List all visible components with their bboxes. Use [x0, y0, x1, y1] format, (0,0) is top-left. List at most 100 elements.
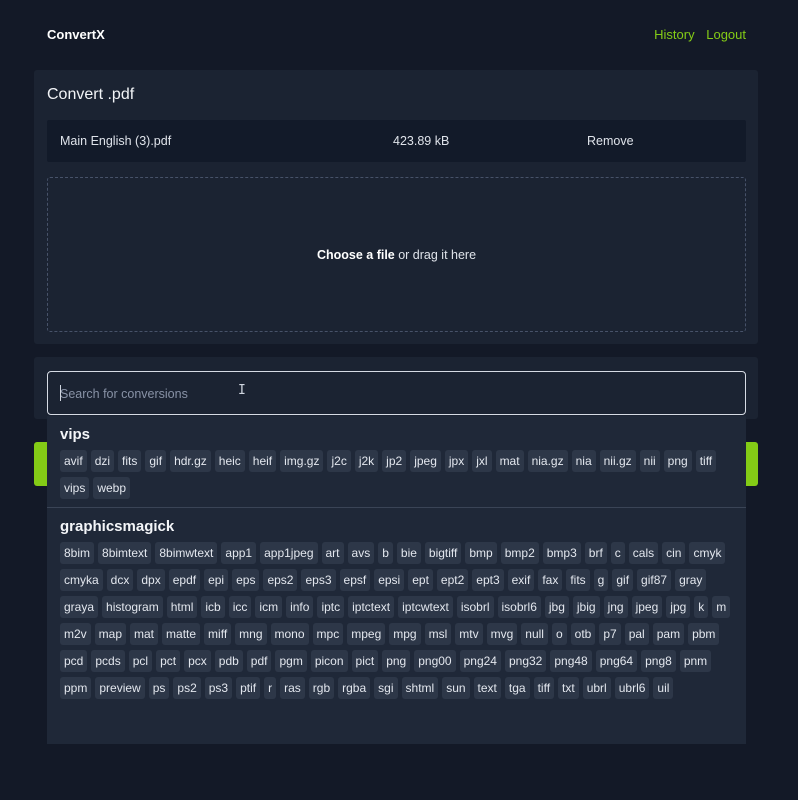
format-option[interactable]: tiff — [695, 450, 717, 472]
format-option[interactable]: webp — [93, 477, 131, 499]
format-option[interactable]: 8bimtext — [98, 542, 152, 564]
format-option[interactable]: msl — [424, 623, 452, 645]
format-option[interactable]: r — [264, 677, 277, 699]
format-option[interactable]: shtml — [401, 677, 439, 699]
format-option[interactable]: jpg — [666, 596, 691, 618]
format-option[interactable]: iptctext — [348, 596, 395, 618]
app-logo[interactable]: ConvertX — [47, 27, 105, 42]
format-option[interactable]: pcl — [128, 650, 153, 672]
format-option[interactable]: gif87 — [637, 569, 672, 591]
format-option[interactable]: jpeg — [410, 450, 441, 472]
format-option[interactable]: png — [663, 450, 692, 472]
format-option[interactable]: ubrl — [582, 677, 611, 699]
format-option[interactable]: ubrl6 — [614, 677, 650, 699]
format-option[interactable]: matte — [162, 623, 201, 645]
format-option[interactable]: preview — [95, 677, 145, 699]
format-option[interactable]: epi — [204, 569, 229, 591]
format-option[interactable]: iptc — [317, 596, 345, 618]
format-option[interactable]: pct — [156, 650, 181, 672]
format-option[interactable]: icb — [201, 596, 225, 618]
format-option[interactable]: nia.gz — [527, 450, 568, 472]
format-option[interactable]: vips — [60, 477, 90, 499]
format-option[interactable]: img.gz — [280, 450, 324, 472]
format-option[interactable]: jpx — [444, 450, 469, 472]
format-option[interactable]: avif — [60, 450, 87, 472]
format-option[interactable]: ept — [408, 569, 433, 591]
format-option[interactable]: txt — [558, 677, 579, 699]
format-option[interactable]: sun — [442, 677, 470, 699]
format-option[interactable]: fax — [538, 569, 563, 591]
format-option[interactable]: text — [473, 677, 501, 699]
format-option[interactable]: ps3 — [204, 677, 233, 699]
format-option[interactable]: png48 — [550, 650, 592, 672]
format-option[interactable]: ppm — [60, 677, 92, 699]
format-option[interactable]: png32 — [504, 650, 547, 672]
format-option[interactable]: bmp — [465, 542, 497, 564]
format-option[interactable]: pgm — [275, 650, 307, 672]
format-option[interactable]: ept3 — [472, 569, 504, 591]
format-option[interactable]: otb — [570, 623, 596, 645]
format-option[interactable]: app1jpeg — [260, 542, 318, 564]
search-input[interactable]: Search for conversions — [47, 371, 746, 415]
format-option[interactable]: exif — [507, 569, 535, 591]
format-option[interactable]: gif — [612, 569, 634, 591]
format-option[interactable]: m2v — [60, 623, 91, 645]
format-option[interactable]: 8bim — [60, 542, 95, 564]
format-option[interactable]: ras — [280, 677, 305, 699]
format-option[interactable]: brf — [584, 542, 607, 564]
format-option[interactable]: epdf — [168, 569, 201, 591]
format-option[interactable]: pbm — [688, 623, 720, 645]
format-option[interactable]: pdb — [214, 650, 243, 672]
format-option[interactable]: png24 — [459, 650, 501, 672]
format-option[interactable]: ps — [148, 677, 170, 699]
remove-file-button[interactable]: Remove — [587, 134, 634, 148]
format-option[interactable]: epsf — [339, 569, 371, 591]
format-option[interactable]: sgi — [374, 677, 398, 699]
format-option[interactable]: mtv — [455, 623, 483, 645]
format-option[interactable]: pcds — [91, 650, 125, 672]
format-option[interactable]: info — [286, 596, 314, 618]
format-option[interactable]: ps2 — [173, 677, 201, 699]
format-option[interactable]: jbig — [572, 596, 600, 618]
format-option[interactable]: html — [166, 596, 198, 618]
format-option[interactable]: g — [593, 569, 609, 591]
file-drop-zone[interactable]: Choose a file or drag it here — [47, 177, 746, 332]
format-option[interactable]: eps3 — [301, 569, 336, 591]
format-option[interactable]: ept2 — [436, 569, 469, 591]
format-option[interactable]: mat — [495, 450, 524, 472]
format-option[interactable]: mpeg — [347, 623, 386, 645]
format-option[interactable]: heic — [214, 450, 245, 472]
format-option[interactable]: mat — [130, 623, 159, 645]
format-option[interactable]: png64 — [595, 650, 638, 672]
format-option[interactable]: jp2 — [382, 450, 407, 472]
format-option[interactable]: nia — [571, 450, 596, 472]
format-option[interactable]: rgb — [308, 677, 335, 699]
format-option[interactable]: histogram — [102, 596, 163, 618]
format-option[interactable]: app1 — [221, 542, 257, 564]
format-option[interactable]: gray — [675, 569, 707, 591]
format-option[interactable]: miff — [204, 623, 232, 645]
format-option[interactable]: nii — [639, 450, 660, 472]
format-option[interactable]: graya — [60, 596, 99, 618]
format-option[interactable]: cals — [628, 542, 659, 564]
format-option[interactable]: jbg — [544, 596, 569, 618]
format-option[interactable]: fits — [566, 569, 590, 591]
format-option[interactable]: cin — [662, 542, 686, 564]
format-option[interactable]: tiff — [533, 677, 555, 699]
format-option[interactable]: avs — [347, 542, 375, 564]
format-option[interactable]: pcd — [60, 650, 88, 672]
format-option[interactable]: dpx — [137, 569, 165, 591]
format-option[interactable]: icc — [228, 596, 252, 618]
format-option[interactable]: tga — [504, 677, 530, 699]
format-option[interactable]: eps — [232, 569, 260, 591]
format-option[interactable]: pnm — [679, 650, 712, 672]
format-option[interactable]: heif — [248, 450, 277, 472]
format-option[interactable]: png00 — [414, 650, 456, 672]
format-option[interactable]: png8 — [641, 650, 676, 672]
format-option[interactable]: bmp2 — [500, 542, 539, 564]
format-option[interactable]: jxl — [472, 450, 492, 472]
format-option[interactable]: mono — [270, 623, 309, 645]
format-option[interactable]: uil — [653, 677, 674, 699]
format-option[interactable]: pcx — [184, 650, 211, 672]
format-option[interactable]: icm — [255, 596, 283, 618]
